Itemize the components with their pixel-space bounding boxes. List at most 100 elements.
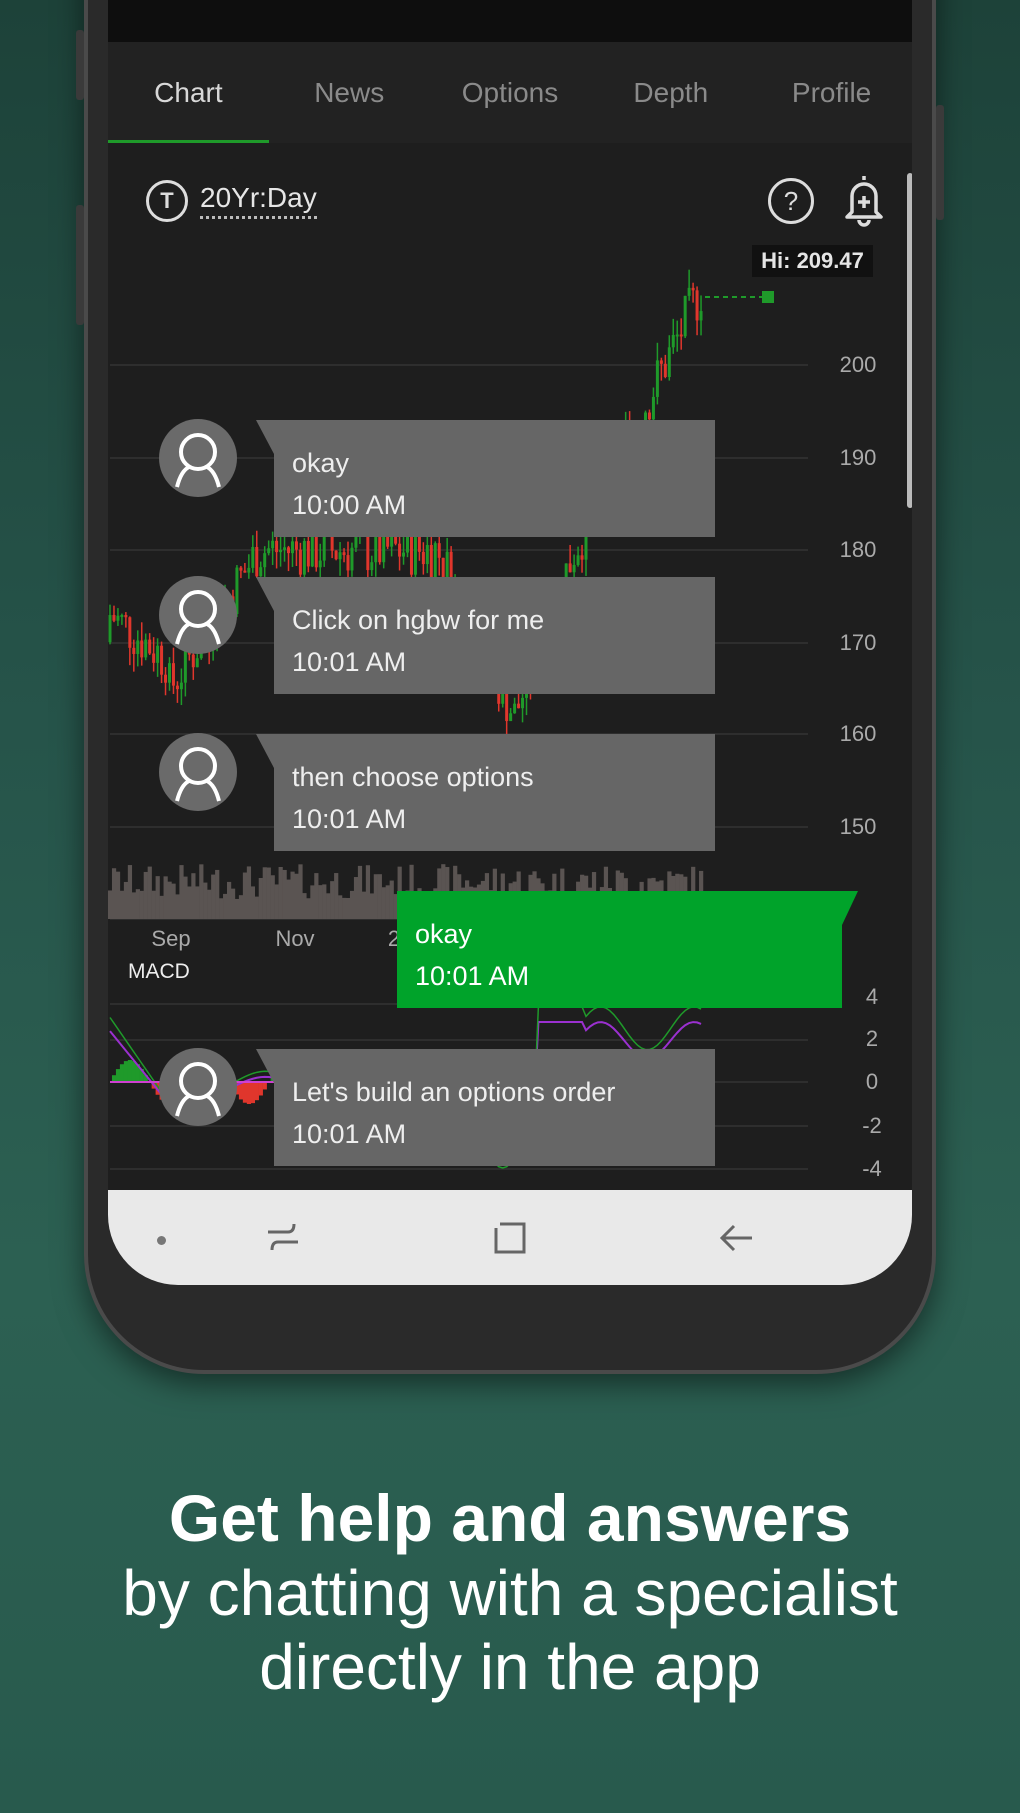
user-icon xyxy=(175,747,221,802)
volume-bar xyxy=(238,895,244,919)
price-axis-label: 190 xyxy=(839,445,877,470)
macd-histogram-bar xyxy=(127,1060,133,1082)
volume-bar xyxy=(143,871,148,919)
ticker-icon[interactable]: T xyxy=(146,180,188,222)
volume-bar xyxy=(171,883,176,919)
candle xyxy=(425,545,429,565)
candle xyxy=(334,550,338,560)
volume-bar xyxy=(234,898,240,919)
home-icon[interactable] xyxy=(492,1220,528,1256)
candle xyxy=(140,640,144,658)
volume-bar xyxy=(338,895,343,919)
chat-message: then choose options 10:01 AM xyxy=(256,734,715,851)
volume-bar xyxy=(385,885,390,919)
bell-add-icon[interactable] xyxy=(842,172,886,228)
macd-histogram-bar xyxy=(111,1075,117,1082)
candle xyxy=(267,548,271,554)
volume-bar xyxy=(302,893,307,919)
candle xyxy=(521,697,525,709)
volume-bar xyxy=(183,876,188,919)
volume-bar xyxy=(203,882,208,919)
candle xyxy=(402,552,406,557)
candle xyxy=(306,540,310,567)
candle xyxy=(651,396,655,420)
chat-message: Let's build an options order 10:01 AM xyxy=(256,1049,715,1166)
candle xyxy=(243,570,247,573)
volume-bar xyxy=(262,867,267,919)
candle xyxy=(259,567,263,577)
volume-bar xyxy=(147,866,152,919)
message-text: Click on hgbw for me xyxy=(292,605,545,635)
volume-bar xyxy=(290,871,295,919)
volume-bar xyxy=(330,881,335,919)
candle xyxy=(144,639,148,658)
candle xyxy=(687,287,691,296)
candle xyxy=(350,547,354,571)
candle xyxy=(275,540,279,553)
volume-bar xyxy=(159,895,164,919)
volume-bar xyxy=(314,873,319,919)
volume-bar xyxy=(373,874,378,919)
candle xyxy=(302,540,306,575)
candle xyxy=(663,363,667,378)
period-selector[interactable]: 20Yr:Day xyxy=(200,182,317,219)
volume-bar xyxy=(318,885,323,919)
candle xyxy=(120,614,124,617)
recent-apps-icon[interactable] xyxy=(266,1222,300,1252)
user-chat-message: okay 10:01 AM xyxy=(397,891,858,1008)
volume-bar xyxy=(365,865,371,919)
volume-bar xyxy=(230,888,236,919)
candle xyxy=(366,533,370,571)
message-time: 10:01 AM xyxy=(292,1119,407,1149)
volume-bar xyxy=(278,866,283,919)
volume-bar xyxy=(211,874,216,919)
system-nav-bar xyxy=(108,1190,912,1285)
volume-bar xyxy=(353,877,359,919)
scrollbar[interactable] xyxy=(907,173,912,508)
candle xyxy=(164,674,168,683)
candle xyxy=(251,547,255,568)
candle xyxy=(152,653,156,663)
volume-bar xyxy=(155,876,160,919)
volume-bar xyxy=(215,869,220,919)
specialist-avatar xyxy=(159,1048,237,1126)
macd-axis-label: 0 xyxy=(865,1069,879,1094)
help-icon[interactable]: ? xyxy=(768,178,814,224)
candle xyxy=(572,564,576,573)
message-time: 10:01 AM xyxy=(292,647,407,677)
candle xyxy=(354,536,358,548)
macd-axis-label: -4 xyxy=(862,1156,882,1181)
volume-bar xyxy=(175,894,180,919)
candle xyxy=(255,547,259,577)
volume-bar xyxy=(123,881,129,919)
price-axis-label: 160 xyxy=(839,721,877,746)
volume-bar xyxy=(258,877,263,919)
volume-bar xyxy=(219,898,224,919)
candle xyxy=(675,334,679,337)
candle xyxy=(175,685,179,690)
candle xyxy=(342,552,346,556)
message-time: 10:01 AM xyxy=(292,804,407,834)
date-axis-label: Nov xyxy=(275,926,315,951)
candle xyxy=(683,295,687,337)
message-text: then choose options xyxy=(292,762,534,792)
volume-bar xyxy=(242,872,248,919)
volume-bar xyxy=(127,865,133,919)
candle xyxy=(695,290,699,321)
back-icon[interactable] xyxy=(718,1220,754,1256)
volume-bar xyxy=(361,891,367,919)
candle xyxy=(263,553,267,568)
price-axis-label: 180 xyxy=(839,537,877,562)
candle xyxy=(421,551,425,565)
price-axis-label: 170 xyxy=(839,630,877,655)
candle xyxy=(116,615,120,621)
volume-bar xyxy=(346,897,351,919)
price-axis-label: 200 xyxy=(839,352,877,377)
volume-bar xyxy=(167,881,172,919)
candle xyxy=(699,311,703,321)
candle xyxy=(346,555,350,571)
candle xyxy=(112,615,116,621)
volume-bar xyxy=(227,881,232,919)
candle xyxy=(195,658,199,668)
candle xyxy=(509,713,513,722)
